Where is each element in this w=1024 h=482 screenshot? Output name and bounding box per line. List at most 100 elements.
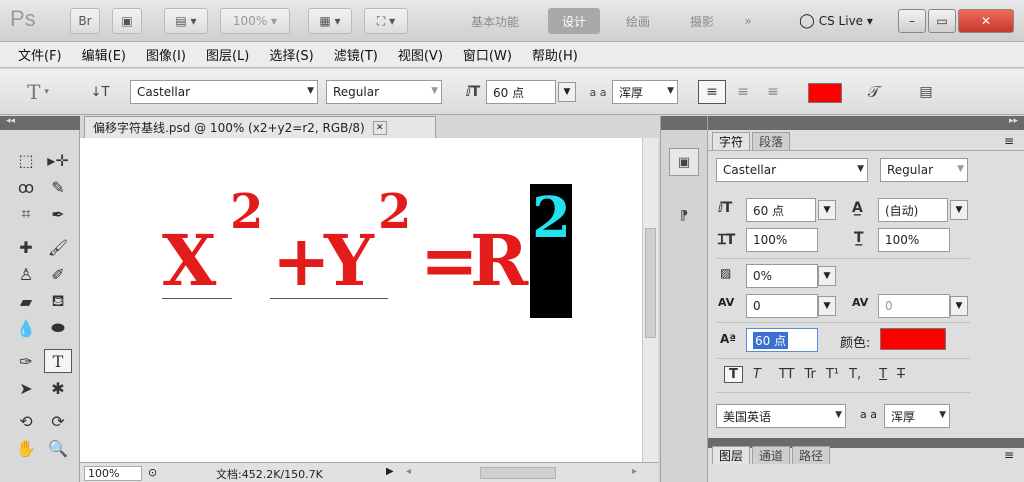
healing-brush-tool[interactable]: ✚: [12, 235, 40, 259]
faux-bold-button[interactable]: T: [724, 366, 743, 383]
tab-paragraph[interactable]: 段落: [752, 132, 791, 150]
workspace-photography[interactable]: 摄影: [676, 8, 728, 34]
brush-tool[interactable]: 🖌: [44, 235, 72, 259]
leading-dropdown[interactable]: ▼: [950, 200, 968, 220]
menu-image[interactable]: 图像(I): [146, 45, 186, 64]
actions-panel-button[interactable]: ⁋: [669, 202, 699, 230]
language-select[interactable]: 美国英语 ▼: [716, 404, 846, 428]
warp-text-button[interactable]: 𝒯: [860, 80, 888, 104]
menu-view[interactable]: 视图(V): [398, 45, 443, 64]
tsume-input[interactable]: 0%: [746, 264, 818, 288]
close-window-button[interactable]: ✕: [958, 9, 1014, 33]
panel-font-style-select[interactable]: Regular ▼: [880, 158, 968, 182]
zoom-level-dropdown[interactable]: 100% ▾: [220, 8, 290, 34]
eraser-tool[interactable]: ▰: [12, 289, 40, 313]
pen-tool[interactable]: ✑: [12, 349, 40, 373]
workspace-design[interactable]: 设计: [548, 8, 600, 34]
history-brush-tool[interactable]: ✐: [44, 262, 72, 286]
horizontal-scrollbar-thumb[interactable]: [480, 467, 556, 479]
3d-rotate-tool[interactable]: ⟲: [12, 409, 40, 433]
small-caps-button[interactable]: Tr: [804, 367, 815, 382]
mini-bridge-button[interactable]: ▣: [112, 8, 142, 34]
arrange-documents-button[interactable]: ▦ ▾: [308, 8, 352, 34]
menu-window[interactable]: 窗口(W): [463, 45, 512, 64]
menu-help[interactable]: 帮助(H): [532, 45, 578, 64]
scroll-right-icon[interactable]: ▸: [632, 466, 637, 477]
blur-tool[interactable]: 💧: [12, 316, 40, 340]
kerning-dropdown[interactable]: ▼: [818, 296, 836, 316]
font-size-input[interactable]: 60 点: [486, 80, 556, 104]
baseline-shift-input[interactable]: 60 点: [746, 328, 818, 352]
clone-stamp-tool[interactable]: ♙: [12, 262, 40, 286]
toggle-text-orientation-button[interactable]: ↓T: [88, 81, 112, 103]
workspace-painting[interactable]: 绘画: [612, 8, 664, 34]
panel-font-size-input[interactable]: 60 点: [746, 198, 816, 222]
dodge-tool[interactable]: ⬬: [44, 316, 72, 340]
zoom-tool[interactable]: 🔍: [44, 436, 72, 460]
maximize-button[interactable]: ▭: [928, 9, 956, 33]
status-menu-icon[interactable]: ⊙: [148, 466, 157, 479]
tool-preset-picker[interactable]: T ▾: [18, 79, 58, 105]
kerning-input[interactable]: 0: [746, 294, 818, 318]
view-extras-button[interactable]: ▤ ▾: [164, 8, 208, 34]
paint-bucket-tool[interactable]: ⛾: [44, 289, 72, 313]
superscript-button[interactable]: T¹: [826, 367, 839, 382]
zoom-field[interactable]: 100%: [84, 466, 142, 481]
tsume-dropdown[interactable]: ▼: [818, 266, 836, 286]
antialias-select[interactable]: 浑厚 ▼: [612, 80, 678, 104]
align-left-button[interactable]: ≡: [698, 80, 726, 104]
status-expand-icon[interactable]: ▶: [386, 466, 394, 477]
toggle-panels-button[interactable]: ▤: [912, 80, 940, 104]
menu-layer[interactable]: 图层(L): [206, 45, 249, 64]
close-tab-icon[interactable]: ✕: [372, 120, 387, 135]
panel-font-family-select[interactable]: Castellar ▼: [716, 158, 868, 182]
marquee-tool[interactable]: ⬚: [12, 148, 40, 172]
tracking-dropdown[interactable]: ▼: [950, 296, 968, 316]
crop-tool[interactable]: ⌗: [12, 202, 40, 226]
font-family-select[interactable]: Castellar ▼: [130, 80, 318, 104]
tracking-input[interactable]: 0: [878, 294, 950, 318]
launch-bridge-button[interactable]: Br: [70, 8, 100, 34]
font-style-select[interactable]: Regular ▼: [326, 80, 442, 104]
panel-antialias-select[interactable]: 浑厚 ▼: [884, 404, 950, 428]
document-tab[interactable]: 偏移字符基线.psd @ 100% (x2+y2=r2, RGB/8) ✕: [84, 116, 436, 138]
cs-live-button[interactable]: ◯ CS Live ▾: [790, 8, 882, 34]
menu-edit[interactable]: 编辑(E): [82, 45, 126, 64]
lasso-tool[interactable]: ꝏ: [12, 175, 40, 199]
eyedropper-tool[interactable]: ✒: [44, 202, 72, 226]
type-tool[interactable]: T: [44, 349, 72, 373]
horizontal-scale-input[interactable]: 100%: [878, 228, 950, 252]
menu-file[interactable]: 文件(F): [18, 45, 62, 64]
leading-input[interactable]: (自动): [878, 198, 948, 222]
text-color-swatch[interactable]: [808, 83, 842, 103]
strikethrough-button[interactable]: T: [897, 367, 905, 382]
screen-mode-button[interactable]: ⛶ ▾: [364, 8, 408, 34]
tab-layers[interactable]: 图层: [712, 446, 751, 464]
subscript-button[interactable]: T,: [849, 367, 861, 382]
move-tool[interactable]: ▸✛: [44, 148, 72, 172]
history-panel-button[interactable]: ▣: [669, 148, 699, 176]
menu-select[interactable]: 选择(S): [269, 45, 313, 64]
underline-button[interactable]: T: [879, 367, 887, 382]
minimize-button[interactable]: –: [898, 9, 926, 33]
align-center-button[interactable]: ≡: [730, 80, 756, 104]
layers-panel-menu-icon[interactable]: ≡: [1004, 448, 1014, 462]
all-caps-button[interactable]: TT: [779, 367, 795, 382]
custom-shape-tool[interactable]: ✱: [44, 376, 72, 400]
document-canvas[interactable]: X 2 + Y 2 = R 2: [80, 138, 658, 462]
font-size-dropdown[interactable]: ▼: [818, 200, 836, 220]
align-right-button[interactable]: ≡: [760, 80, 786, 104]
character-color-swatch[interactable]: [880, 328, 946, 350]
tab-paths[interactable]: 路径: [792, 446, 831, 464]
scroll-left-icon[interactable]: ◂: [406, 466, 411, 477]
menu-filter[interactable]: 滤镜(T): [334, 45, 378, 64]
tab-channels[interactable]: 通道: [752, 446, 791, 464]
scrollbar-thumb[interactable]: [645, 228, 656, 338]
vertical-scale-input[interactable]: 100%: [746, 228, 818, 252]
path-selection-tool[interactable]: ➤: [12, 376, 40, 400]
workspace-essentials[interactable]: 基本功能: [460, 8, 530, 34]
formula-r-exponent-selected[interactable]: 2: [532, 190, 571, 246]
vertical-scrollbar[interactable]: [642, 138, 658, 462]
3d-orbit-tool[interactable]: ⟳: [44, 409, 72, 433]
tab-character[interactable]: 字符: [712, 132, 751, 150]
